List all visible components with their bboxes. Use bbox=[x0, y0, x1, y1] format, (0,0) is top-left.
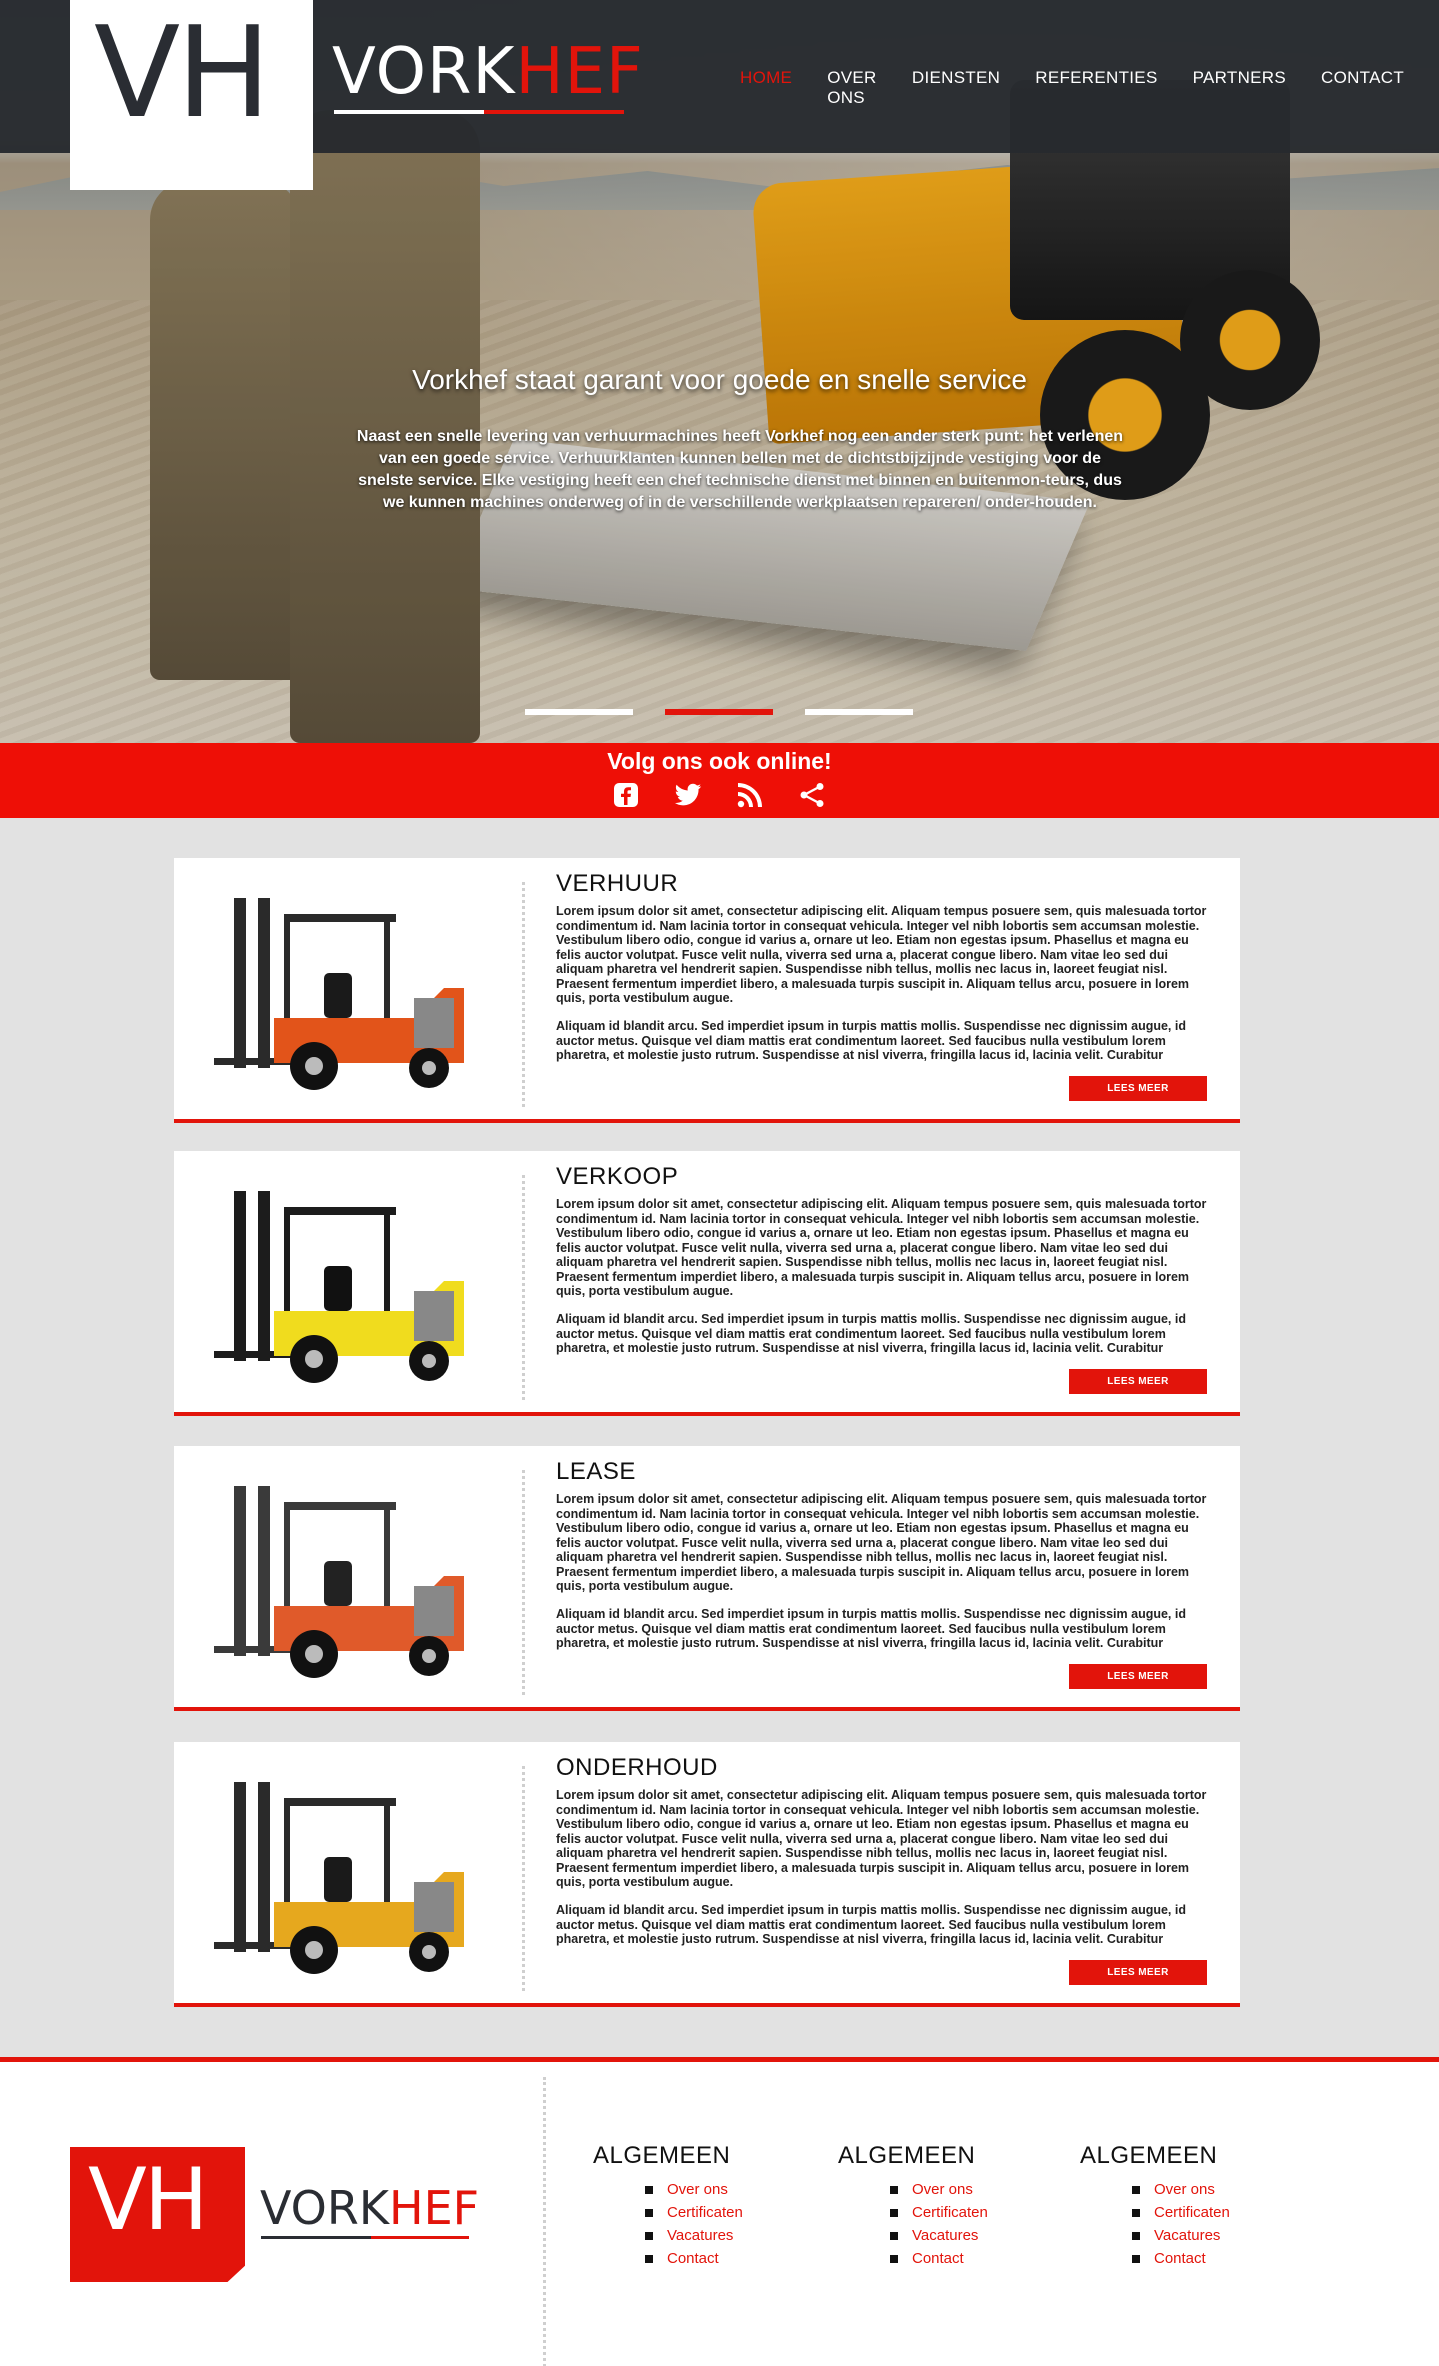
footer-link-over-ons[interactable]: Over ons bbox=[1132, 2178, 1230, 2201]
footer-brand-name: VORKHEF bbox=[260, 2185, 479, 2231]
brand-underline bbox=[334, 110, 624, 114]
footer-link-vacatures[interactable]: Vacatures bbox=[890, 2224, 988, 2247]
footer-column-2: ALGEMEEN Over ons Certificaten Vacatures… bbox=[838, 2142, 988, 2270]
hero-text: Naast een snelle levering van verhuurmac… bbox=[356, 428, 1124, 511]
brand-name-part1: VORK bbox=[332, 35, 516, 109]
card-divider bbox=[522, 1470, 525, 1695]
slider-pagination bbox=[525, 709, 945, 715]
brand-name[interactable]: VORKHEF bbox=[332, 40, 644, 104]
forklift-image bbox=[214, 1466, 494, 1686]
facebook-icon[interactable] bbox=[612, 781, 640, 809]
social-bar: Volg ons ook online! bbox=[0, 743, 1439, 818]
footer-link-certificaten[interactable]: Certificaten bbox=[645, 2201, 743, 2224]
card-title: VERKOOP bbox=[556, 1163, 679, 1190]
service-card-verkoop: VERKOOP Lorem ipsum dolor sit amet, cons… bbox=[174, 1151, 1240, 1416]
card-text: Lorem ipsum dolor sit amet, consectetur … bbox=[556, 1492, 1207, 1593]
service-card-lease: LEASE Lorem ipsum dolor sit amet, consec… bbox=[174, 1446, 1240, 1711]
nav-referenties[interactable]: REFERENTIES bbox=[1035, 68, 1157, 108]
slider-dot-active[interactable] bbox=[665, 709, 773, 715]
slider-dot[interactable] bbox=[805, 709, 913, 715]
card-text: Lorem ipsum dolor sit amet, consectetur … bbox=[556, 1197, 1207, 1298]
footer-column-title: ALGEMEEN bbox=[593, 2142, 731, 2169]
footer-link-vacatures[interactable]: Vacatures bbox=[645, 2224, 743, 2247]
footer-logo[interactable]: VH bbox=[70, 2147, 245, 2282]
social-title: Volg ons ook online! bbox=[607, 748, 832, 774]
footer-link-contact[interactable]: Contact bbox=[890, 2247, 988, 2270]
card-title: VERHUUR bbox=[556, 870, 679, 897]
nav-over-ons[interactable]: OVER ONS bbox=[827, 68, 877, 108]
footer-brand-underline bbox=[261, 2236, 469, 2239]
rss-icon[interactable] bbox=[736, 781, 764, 809]
card-text: Lorem ipsum dolor sit amet, consectetur … bbox=[556, 1788, 1207, 1889]
footer-divider bbox=[543, 2077, 546, 2366]
footer-column-1: ALGEMEEN Over ons Certificaten Vacatures… bbox=[593, 2142, 743, 2270]
read-more-button[interactable]: LEES MEER bbox=[1069, 1369, 1207, 1394]
twitter-icon[interactable] bbox=[674, 781, 702, 809]
footer: VH VORKHEF ALGEMEEN Over ons Certificate… bbox=[0, 2057, 1439, 2366]
forklift-image bbox=[214, 878, 494, 1098]
logo[interactable]: VH bbox=[70, 0, 313, 190]
card-text-2: Aliquam id blandit arcu. Sed imperdiet i… bbox=[556, 1607, 1186, 1650]
hero-title: Vorkhef staat garant voor goede en snell… bbox=[412, 364, 1027, 395]
nav-contact[interactable]: CONTACT bbox=[1321, 68, 1404, 108]
footer-column-title: ALGEMEEN bbox=[1080, 2142, 1218, 2169]
footer-brand-part2: HEF bbox=[389, 2181, 480, 2235]
service-card-onderhoud: ONDERHOUD Lorem ipsum dolor sit amet, co… bbox=[174, 1742, 1240, 2007]
brand-name-part2: HEF bbox=[515, 35, 644, 109]
logo-mark: VH bbox=[94, 0, 271, 146]
forklift-image bbox=[214, 1762, 494, 1982]
card-text-2: Aliquam id blandit arcu. Sed imperdiet i… bbox=[556, 1903, 1186, 1946]
nav-diensten[interactable]: DIENSTEN bbox=[912, 68, 1000, 108]
social-icons bbox=[612, 781, 860, 809]
share-icon[interactable] bbox=[798, 781, 826, 809]
footer-link-vacatures[interactable]: Vacatures bbox=[1132, 2224, 1230, 2247]
footer-logo-mark: VH bbox=[88, 2150, 208, 2250]
forklift-image bbox=[214, 1171, 494, 1391]
nav-home[interactable]: HOME bbox=[740, 68, 792, 108]
card-divider bbox=[522, 1175, 525, 1400]
read-more-button[interactable]: LEES MEER bbox=[1069, 1664, 1207, 1689]
main-nav: HOME OVER ONS DIENSTEN REFERENTIES PARTN… bbox=[740, 68, 1439, 108]
slider-dot[interactable] bbox=[525, 709, 633, 715]
card-title: LEASE bbox=[556, 1458, 636, 1485]
card-divider bbox=[522, 1766, 525, 1991]
service-card-verhuur: VERHUUR Lorem ipsum dolor sit amet, cons… bbox=[174, 858, 1240, 1123]
footer-link-over-ons[interactable]: Over ons bbox=[890, 2178, 988, 2201]
card-text-2: Aliquam id blandit arcu. Sed imperdiet i… bbox=[556, 1019, 1186, 1062]
footer-column-title: ALGEMEEN bbox=[838, 2142, 976, 2169]
read-more-button[interactable]: LEES MEER bbox=[1069, 1076, 1207, 1101]
footer-link-certificaten[interactable]: Certificaten bbox=[1132, 2201, 1230, 2224]
read-more-button[interactable]: LEES MEER bbox=[1069, 1960, 1207, 1985]
card-divider bbox=[522, 882, 525, 1107]
footer-link-over-ons[interactable]: Over ons bbox=[645, 2178, 743, 2201]
nav-partners[interactable]: PARTNERS bbox=[1193, 68, 1286, 108]
footer-link-contact[interactable]: Contact bbox=[1132, 2247, 1230, 2270]
footer-link-contact[interactable]: Contact bbox=[645, 2247, 743, 2270]
card-text-2: Aliquam id blandit arcu. Sed imperdiet i… bbox=[556, 1312, 1186, 1355]
footer-link-certificaten[interactable]: Certificaten bbox=[890, 2201, 988, 2224]
card-text: Lorem ipsum dolor sit amet, consectetur … bbox=[556, 904, 1207, 1005]
footer-column-3: ALGEMEEN Over ons Certificaten Vacatures… bbox=[1080, 2142, 1230, 2270]
card-title: ONDERHOUD bbox=[556, 1754, 718, 1781]
footer-brand-part1: VORK bbox=[260, 2181, 389, 2235]
